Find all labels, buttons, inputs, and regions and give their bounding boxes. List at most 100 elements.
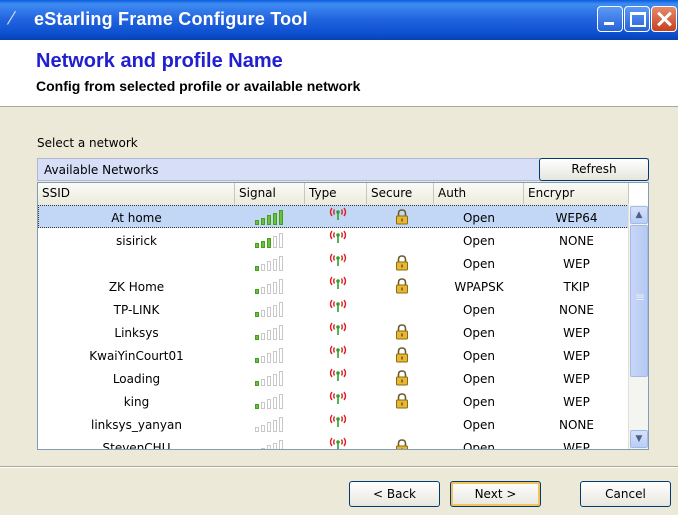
network-type bbox=[305, 366, 367, 389]
signal-bar bbox=[255, 404, 259, 409]
signal-bar bbox=[267, 307, 271, 317]
minimize-button[interactable] bbox=[597, 6, 623, 32]
network-signal bbox=[235, 274, 305, 297]
network-row[interactable]: At home Open WEP64 bbox=[38, 205, 629, 228]
signal-bar bbox=[261, 286, 265, 294]
vertical-scrollbar[interactable]: ▲ ▼ bbox=[628, 205, 648, 449]
padlock-icon bbox=[396, 393, 408, 409]
network-row[interactable]: king Open WEP bbox=[38, 389, 629, 412]
network-signal bbox=[235, 251, 305, 274]
network-secure bbox=[367, 389, 434, 412]
network-auth: Open bbox=[462, 257, 496, 271]
wireless-antenna-icon bbox=[329, 391, 347, 404]
network-encryption: WEP bbox=[563, 395, 590, 409]
select-network-label: Select a network bbox=[37, 136, 138, 150]
signal-bars-icon bbox=[255, 440, 295, 449]
network-ssid: Linksys bbox=[114, 326, 159, 340]
network-secure bbox=[367, 343, 434, 366]
signal-bar bbox=[273, 442, 277, 449]
wireless-antenna-icon bbox=[329, 230, 347, 243]
signal-bar bbox=[267, 284, 271, 294]
window-title: eStarling Frame Configure Tool bbox=[34, 9, 308, 29]
signal-bar bbox=[279, 394, 283, 409]
signal-bar bbox=[261, 332, 265, 340]
column-header-signal[interactable]: Signal bbox=[235, 183, 305, 204]
network-row[interactable]: KwaiYinCourt01 Open WEP bbox=[38, 343, 629, 366]
available-networks-label: Available Networks bbox=[44, 163, 159, 177]
network-signal bbox=[235, 366, 305, 389]
signal-bar bbox=[261, 263, 265, 271]
network-signal bbox=[235, 389, 305, 412]
refresh-button[interactable]: Refresh bbox=[539, 158, 649, 181]
network-row[interactable]: StevenCHU Open WEP bbox=[38, 435, 629, 450]
padlock-icon bbox=[396, 278, 408, 294]
signal-bar bbox=[267, 376, 271, 386]
network-row[interactable]: ZK Home WPAPSK TKIP bbox=[38, 274, 629, 297]
signal-bar bbox=[279, 233, 283, 248]
signal-bar bbox=[279, 256, 283, 271]
network-ssid: StevenCHU bbox=[102, 441, 171, 450]
scroll-down-button[interactable]: ▼ bbox=[630, 430, 648, 448]
network-encryption: NONE bbox=[559, 418, 594, 432]
scroll-thumb[interactable] bbox=[630, 225, 648, 377]
signal-bar bbox=[273, 350, 277, 363]
next-button[interactable]: Next > bbox=[450, 481, 541, 507]
signal-bar bbox=[267, 238, 271, 248]
signal-bar bbox=[279, 210, 283, 225]
signal-bar bbox=[255, 266, 259, 271]
signal-bar bbox=[267, 330, 271, 340]
wireless-antenna-icon bbox=[329, 368, 347, 381]
network-row[interactable]: TP-LINK Open NONE bbox=[38, 297, 629, 320]
signal-bar bbox=[267, 422, 271, 432]
signal-bar bbox=[261, 355, 265, 363]
network-row[interactable]: Linksys Open WEP bbox=[38, 320, 629, 343]
network-row[interactable]: sisirick Open NONE bbox=[38, 228, 629, 251]
page-title: Network and profile Name bbox=[36, 50, 283, 72]
network-row[interactable]: Open WEP bbox=[38, 251, 629, 274]
signal-bar bbox=[273, 373, 277, 386]
column-header-type[interactable]: Type bbox=[305, 183, 367, 204]
scroll-up-button[interactable]: ▲ bbox=[630, 206, 648, 224]
signal-bar bbox=[261, 240, 265, 248]
column-header-ssid[interactable]: SSID bbox=[38, 183, 235, 204]
wireless-antenna-icon bbox=[329, 437, 347, 449]
title-bar[interactable]: ⁄ eStarling Frame Configure Tool bbox=[0, 0, 678, 40]
network-secure bbox=[367, 205, 434, 228]
signal-bar bbox=[267, 445, 271, 449]
signal-bar bbox=[261, 309, 265, 317]
network-type bbox=[305, 389, 367, 412]
signal-bars-icon bbox=[255, 210, 295, 225]
wireless-antenna-icon bbox=[329, 207, 347, 220]
signal-bar bbox=[279, 279, 283, 294]
network-ssid: linksys_yanyan bbox=[91, 418, 182, 432]
wireless-antenna-icon bbox=[329, 414, 347, 427]
wizard-header: Network and profile Name Config from sel… bbox=[0, 40, 678, 107]
signal-bar bbox=[279, 348, 283, 363]
column-header-secure[interactable]: Secure bbox=[367, 183, 434, 204]
network-signal bbox=[235, 412, 305, 435]
padlock-icon bbox=[396, 347, 408, 363]
padlock-icon bbox=[396, 324, 408, 340]
column-header-auth[interactable]: Auth bbox=[434, 183, 524, 204]
column-header-encrypt[interactable]: Encrypr bbox=[524, 183, 629, 204]
signal-bar bbox=[261, 401, 265, 409]
network-signal bbox=[235, 343, 305, 366]
back-button[interactable]: < Back bbox=[349, 481, 440, 507]
network-auth: WPAPSK bbox=[454, 280, 504, 294]
signal-bars-icon bbox=[255, 325, 295, 340]
maximize-button[interactable] bbox=[624, 6, 650, 32]
network-type bbox=[305, 228, 367, 251]
cancel-button[interactable]: Cancel bbox=[580, 481, 671, 507]
network-row[interactable]: linksys_yanyan Open NONE bbox=[38, 412, 629, 435]
signal-bar bbox=[255, 289, 259, 294]
wireless-antenna-icon bbox=[329, 253, 347, 266]
network-auth: Open bbox=[462, 303, 496, 317]
network-type bbox=[305, 205, 367, 228]
signal-bars-icon bbox=[255, 417, 295, 432]
signal-bars-icon bbox=[255, 302, 295, 317]
network-list[interactable]: SSID Signal Type Secure Auth Encrypr At … bbox=[37, 182, 649, 450]
signal-bar bbox=[261, 217, 265, 225]
network-row[interactable]: Loading Open WEP bbox=[38, 366, 629, 389]
close-button[interactable] bbox=[651, 6, 677, 32]
wireless-antenna-icon bbox=[329, 276, 347, 289]
